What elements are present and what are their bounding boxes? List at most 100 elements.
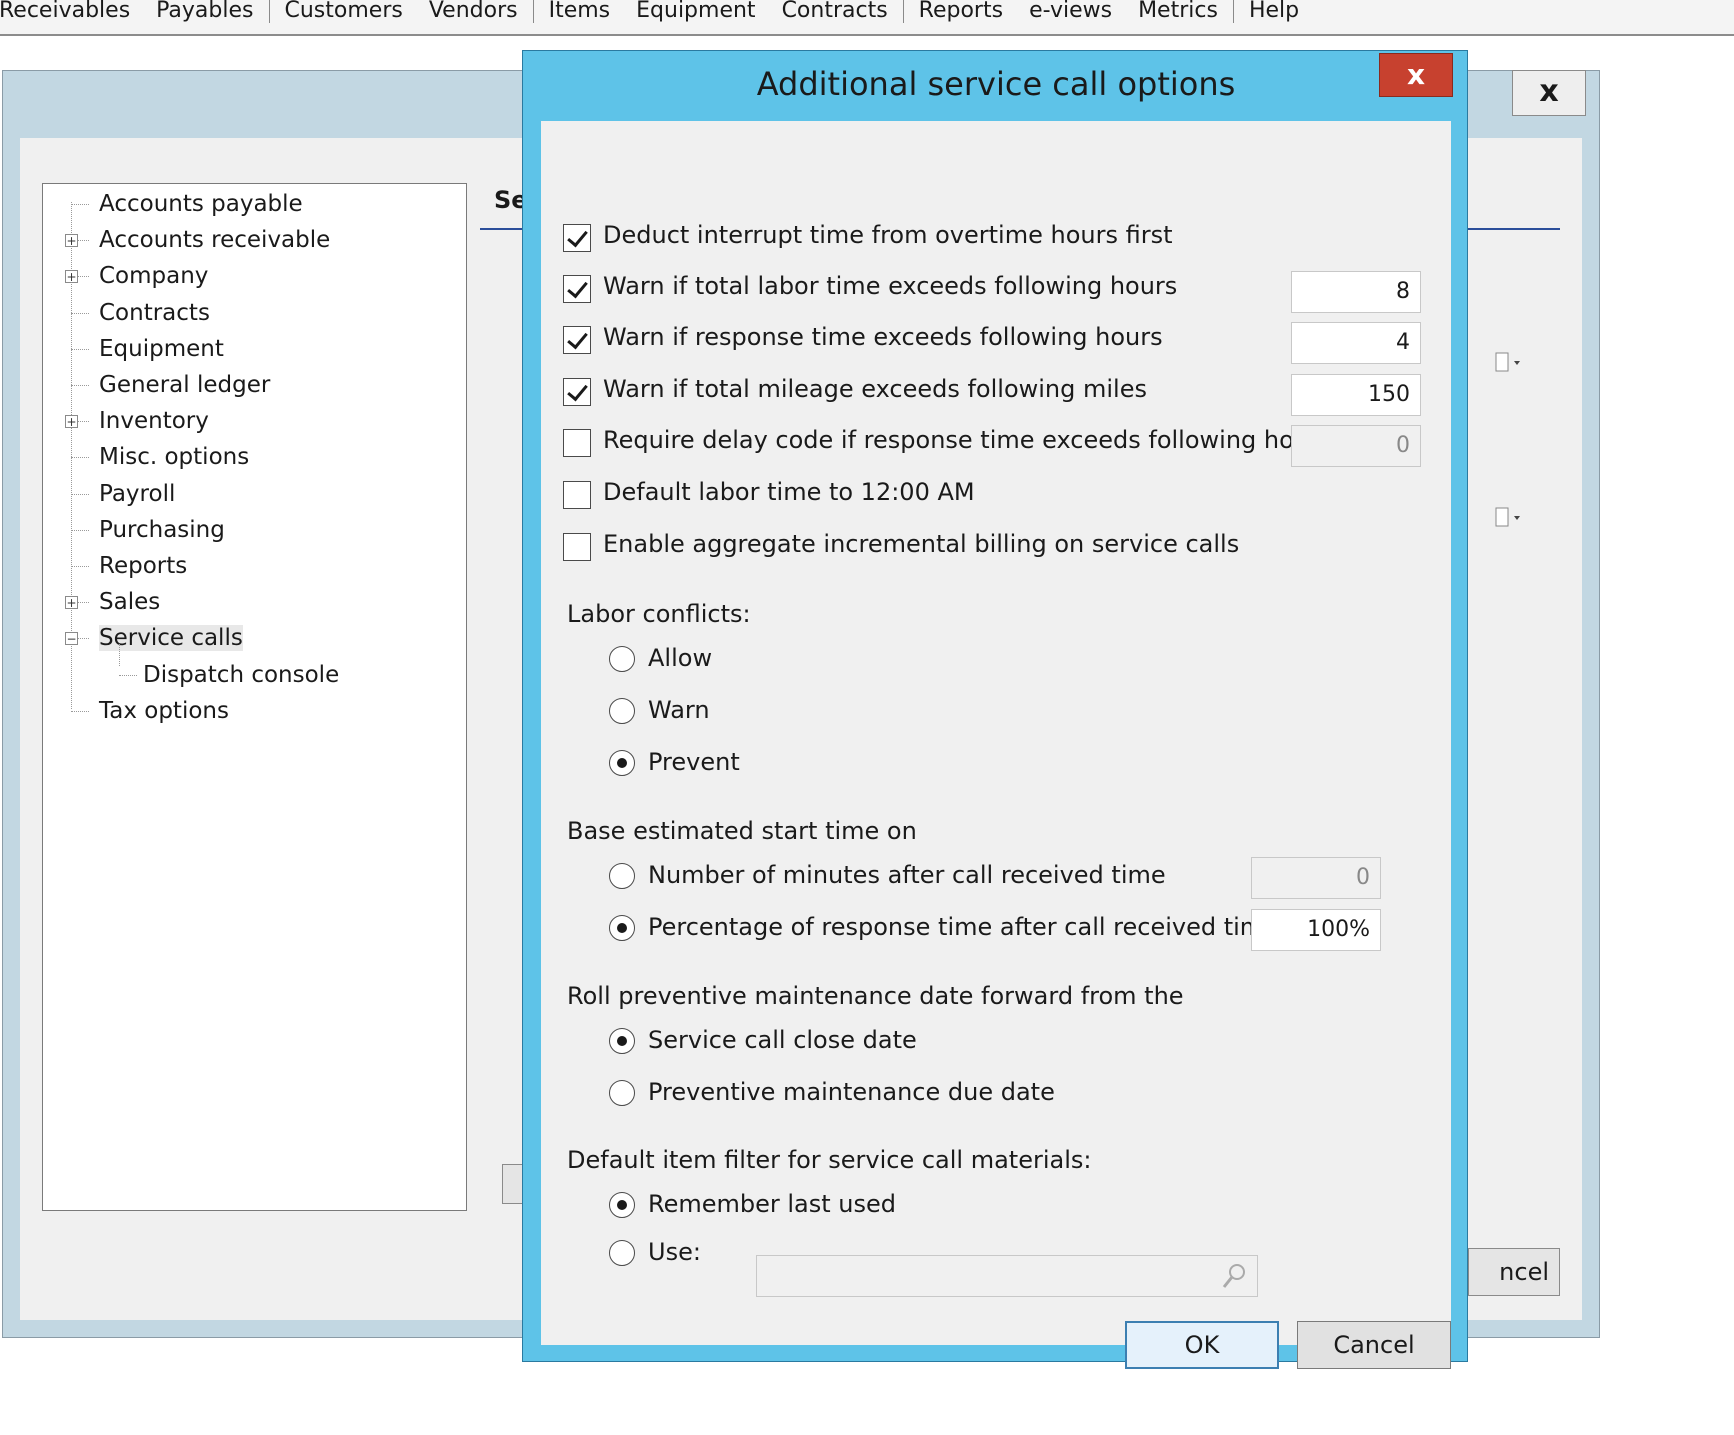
tree-item-label: Accounts receivable bbox=[99, 227, 331, 254]
dialog-title: Additional service call options bbox=[756, 65, 1236, 103]
menu-vendors[interactable]: Vendors bbox=[416, 0, 531, 23]
tree-connector-line bbox=[71, 493, 89, 495]
tree-connector-line bbox=[71, 566, 89, 567]
expand-icon[interactable]: + bbox=[65, 415, 78, 429]
label-labor-allow: Allow bbox=[648, 644, 713, 672]
radio-minutes-after-received[interactable] bbox=[609, 863, 635, 889]
tree-connector-line bbox=[71, 385, 89, 386]
tree-item[interactable]: Payroll bbox=[99, 478, 175, 510]
search-icon[interactable] bbox=[1221, 1262, 1247, 1290]
label-warn-labor-time: Warn if total labor time exceeds followi… bbox=[603, 272, 1178, 300]
tree-item-label: General ledger bbox=[99, 372, 271, 398]
tree-item-label: Service calls bbox=[99, 625, 243, 652]
item-filter-lookup-input[interactable] bbox=[756, 1255, 1258, 1297]
radio-use-filter[interactable] bbox=[609, 1240, 635, 1266]
menu-customers[interactable]: Customers bbox=[272, 0, 416, 23]
delay-code-hours-input: 0 bbox=[1291, 425, 1421, 467]
radio-service-call-close-date[interactable] bbox=[609, 1028, 635, 1054]
tree-item-label: Accounts payable bbox=[99, 191, 303, 217]
tree-item[interactable]: Misc. options bbox=[99, 441, 249, 473]
menu-contracts[interactable]: Contracts bbox=[769, 0, 901, 23]
tree-item-label: Tax options bbox=[99, 697, 229, 724]
label-minutes-after-received: Number of minutes after call received ti… bbox=[648, 861, 1166, 889]
checkbox-warn-labor-time[interactable] bbox=[563, 275, 591, 303]
tree-item[interactable]: Accounts receivable bbox=[99, 224, 330, 256]
tree-item[interactable]: Reports bbox=[99, 550, 187, 582]
response-time-hours-input[interactable]: 4 bbox=[1291, 322, 1421, 364]
tree-item-label: Payroll bbox=[99, 480, 176, 507]
tree-item[interactable]: Purchasing bbox=[99, 514, 225, 546]
tree-item[interactable]: Company bbox=[99, 260, 208, 292]
tree-connector-line bbox=[71, 529, 89, 531]
checkbox-warn-response-time[interactable] bbox=[563, 326, 591, 354]
tree-item[interactable]: Equipment bbox=[99, 333, 224, 365]
tree-item[interactable]: Sales bbox=[99, 586, 160, 618]
expand-icon[interactable]: + bbox=[65, 234, 78, 248]
menu-equipment[interactable]: Equipment bbox=[623, 0, 768, 23]
tree-item[interactable]: Accounts payable bbox=[99, 188, 303, 220]
radio-labor-allow[interactable] bbox=[609, 646, 635, 672]
menu-separator bbox=[532, 0, 534, 23]
checkbox-warn-mileage[interactable] bbox=[563, 378, 591, 406]
tree-item[interactable]: Contracts bbox=[99, 297, 210, 329]
tree-connector-line bbox=[119, 674, 137, 676]
label-aggregate-billing: Enable aggregate incremental billing on … bbox=[603, 530, 1240, 558]
tree-item-label: Sales bbox=[99, 589, 161, 616]
radio-pm-due-date[interactable] bbox=[609, 1080, 635, 1106]
ok-button[interactable]: OK bbox=[1125, 1321, 1279, 1369]
percentage-input[interactable]: 100% bbox=[1251, 909, 1381, 951]
radio-remember-last-used[interactable] bbox=[609, 1192, 635, 1218]
lookup-dropdown-icon[interactable] bbox=[1480, 345, 1534, 381]
tree-connector-line bbox=[71, 457, 89, 459]
expand-icon[interactable]: + bbox=[65, 270, 78, 284]
options-tree: Accounts payable Accounts receivable + Comp… bbox=[42, 183, 467, 1211]
collapse-icon[interactable]: − bbox=[65, 632, 78, 646]
tree-item[interactable]: Inventory bbox=[99, 405, 209, 437]
options-window-close-button[interactable]: x bbox=[1512, 70, 1586, 116]
mileage-input[interactable]: 150 bbox=[1291, 374, 1421, 416]
dialog-close-button[interactable]: x bbox=[1379, 53, 1453, 97]
label-default-labor-time: Default labor time to 12:00 AM bbox=[603, 478, 975, 506]
tree-connector-line bbox=[71, 710, 89, 712]
label-service-call-close-date: Service call close date bbox=[648, 1026, 917, 1054]
roll-pm-heading: Roll preventive maintenance date forward… bbox=[567, 982, 1184, 1010]
label-percentage-response-time: Percentage of response time after call r… bbox=[648, 913, 1278, 941]
menu-receivables[interactable]: Receivables bbox=[0, 0, 143, 23]
label-pm-due-date: Preventive maintenance due date bbox=[648, 1078, 1055, 1106]
menu-payables[interactable]: Payables bbox=[143, 0, 266, 23]
radio-labor-prevent[interactable] bbox=[609, 750, 635, 776]
label-remember-last-used: Remember last used bbox=[648, 1190, 897, 1218]
lookup-dropdown-icon[interactable] bbox=[1480, 500, 1534, 536]
menu-help[interactable]: Help bbox=[1236, 0, 1312, 23]
tree-item[interactable]: Service calls bbox=[99, 622, 243, 654]
radio-labor-warn[interactable] bbox=[609, 698, 635, 724]
menu-metrics[interactable]: Metrics bbox=[1125, 0, 1231, 23]
checkbox-aggregate-billing[interactable] bbox=[563, 533, 591, 561]
menu-reports[interactable]: Reports bbox=[906, 0, 1016, 23]
estimated-start-heading: Base estimated start time on bbox=[567, 817, 917, 845]
dialog-body: Deduct interrupt time from overtime hour… bbox=[541, 121, 1451, 1369]
tree-item-label: Company bbox=[99, 263, 209, 290]
label-deduct-interrupt: Deduct interrupt time from overtime hour… bbox=[603, 221, 1173, 249]
tree-item-label: Dispatch console bbox=[143, 661, 340, 688]
tree-item[interactable]: Dispatch console bbox=[143, 659, 339, 691]
checkbox-deduct-interrupt[interactable] bbox=[563, 224, 591, 252]
checkbox-require-delay-code[interactable] bbox=[563, 429, 591, 457]
cancel-button[interactable]: Cancel bbox=[1297, 1321, 1451, 1369]
background-cancel-button[interactable]: ncel bbox=[1468, 1248, 1560, 1296]
label-warn-response-time: Warn if response time exceeds following … bbox=[603, 323, 1163, 351]
menu-separator bbox=[268, 0, 270, 23]
tree-item[interactable]: General ledger bbox=[99, 369, 270, 401]
menu-separator bbox=[902, 0, 904, 23]
labor-time-hours-input[interactable]: 8 bbox=[1291, 271, 1421, 313]
menu-items[interactable]: Items bbox=[536, 0, 624, 23]
labor-conflicts-heading: Labor conflicts: bbox=[567, 600, 751, 628]
tree-item-label: Reports bbox=[99, 553, 188, 579]
label-require-delay-code: Require delay code if response time exce… bbox=[603, 426, 1332, 454]
radio-percentage-response-time[interactable] bbox=[609, 915, 635, 941]
expand-icon[interactable]: + bbox=[65, 596, 78, 610]
checkbox-default-labor-time[interactable] bbox=[563, 481, 591, 509]
additional-service-call-options-dialog: Additional service call options x Deduct… bbox=[522, 50, 1468, 1369]
tree-item[interactable]: Tax options bbox=[99, 695, 229, 727]
menu-e-views[interactable]: e-views bbox=[1016, 0, 1125, 23]
